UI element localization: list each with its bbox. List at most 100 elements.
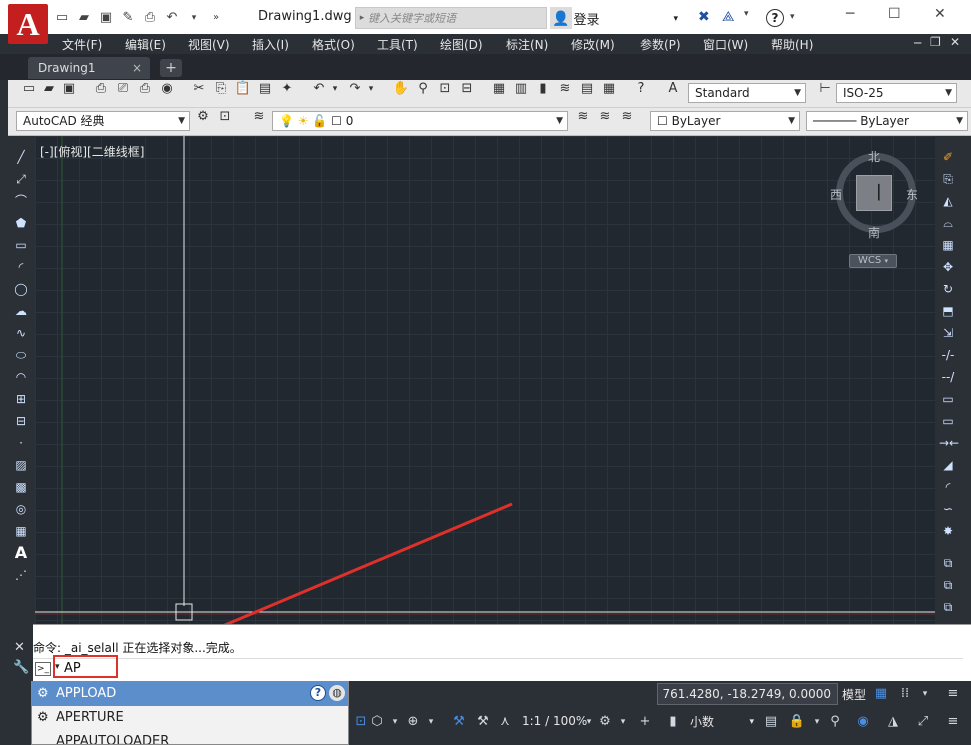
- chevron-down-icon[interactable]: ▾: [386, 713, 404, 731]
- region-icon[interactable]: ◎: [12, 500, 30, 518]
- chevron-down-icon[interactable]: ▾: [326, 80, 344, 98]
- autocad-logo[interactable]: A: [8, 4, 48, 44]
- print-icon[interactable]: ⎙: [142, 10, 158, 26]
- lock-ui-icon[interactable]: 🔒: [788, 713, 806, 731]
- exchange-icon[interactable]: ✖: [698, 9, 710, 25]
- customize-status-icon[interactable]: ≡: [944, 685, 962, 703]
- hardware-acceleration-icon[interactable]: ◉: [854, 713, 872, 731]
- circle-icon[interactable]: ◯: [12, 280, 30, 298]
- offset-icon[interactable]: ⌓: [939, 214, 957, 232]
- rotate-icon[interactable]: ↻: [939, 280, 957, 298]
- maximize-icon[interactable]: ☐: [888, 6, 901, 22]
- properties-icon[interactable]: ▦: [490, 80, 508, 98]
- insert-block-icon[interactable]: ⊞: [12, 390, 30, 408]
- compass-east[interactable]: 东: [906, 186, 918, 203]
- viewcube[interactable]: ▕: [856, 175, 892, 211]
- auto-scale-icon[interactable]: ⚒: [474, 713, 492, 731]
- chevron-down-icon[interactable]: ▾: [916, 685, 934, 703]
- chamfer-icon[interactable]: ◢: [939, 456, 957, 474]
- annotation-visibility-icon[interactable]: ⚒: [450, 713, 468, 731]
- draworder-icon[interactable]: ⧉: [939, 554, 957, 572]
- save-as-icon[interactable]: ✎: [120, 10, 136, 26]
- rectangle-icon[interactable]: ▭: [12, 236, 30, 254]
- units-select[interactable]: 小数 ▾: [686, 711, 758, 733]
- line-icon[interactable]: ╱: [12, 148, 30, 166]
- gear-icon[interactable]: ⚙: [194, 108, 212, 126]
- extend-icon[interactable]: --/: [939, 368, 957, 386]
- copy-object-icon[interactable]: ⎘: [939, 170, 957, 188]
- isodraft-icon[interactable]: ⬡: [368, 713, 386, 731]
- markup-icon[interactable]: ▤: [578, 80, 596, 98]
- pan-icon[interactable]: ✋: [392, 80, 410, 98]
- help-icon[interactable]: ?: [632, 80, 650, 98]
- ellipse-icon[interactable]: ⬭: [12, 346, 30, 364]
- menu-format[interactable]: 格式(O): [312, 36, 355, 53]
- annotation-scale[interactable]: 1:1 / 100%: [522, 714, 587, 728]
- clean-screen-icon[interactable]: ◮: [884, 713, 902, 731]
- 3d-dwf-icon[interactable]: ◉: [158, 80, 176, 98]
- chevron-down-icon[interactable]: ▾: [422, 713, 440, 731]
- terminal-icon[interactable]: >_: [35, 662, 51, 676]
- layer-states-icon[interactable]: ≋: [618, 108, 636, 126]
- spline-icon[interactable]: ∿: [12, 324, 30, 342]
- scale-icon[interactable]: ⬒: [939, 302, 957, 320]
- grid-icon[interactable]: ▦: [872, 685, 890, 703]
- blend-curves-icon[interactable]: ∽: [939, 500, 957, 518]
- menu-dimension[interactable]: 标注(N): [506, 36, 548, 53]
- fillet-icon[interactable]: ◜: [939, 478, 957, 496]
- linetype-select[interactable]: ────── ByLayer ▼: [806, 111, 968, 131]
- compass-south[interactable]: 南: [868, 224, 880, 241]
- copy-icon[interactable]: ⎘: [212, 80, 230, 98]
- quick-properties-icon[interactable]: ▤: [762, 713, 780, 731]
- help-icon[interactable]: ?: [310, 685, 326, 701]
- design-center-icon[interactable]: ▥: [512, 80, 530, 98]
- wrench-icon[interactable]: 🔧: [13, 660, 29, 675]
- chevron-down-icon[interactable]: ▾: [744, 9, 749, 19]
- dropdown-icon[interactable]: ▾: [186, 10, 202, 26]
- close-icon[interactable]: ✕: [14, 640, 25, 655]
- explode-icon[interactable]: ✸: [939, 522, 957, 540]
- units-icon[interactable]: ▮: [664, 713, 682, 731]
- erase-icon[interactable]: ✐: [939, 148, 957, 166]
- fullscreen-icon[interactable]: ⤢: [914, 713, 932, 731]
- paste-block-icon[interactable]: ▤: [256, 80, 274, 98]
- make-block-icon[interactable]: ⊟: [12, 412, 30, 430]
- construction-line-icon[interactable]: ⤢: [12, 170, 30, 188]
- menu-help[interactable]: 帮助(H): [771, 36, 813, 53]
- ucs-icon[interactable]: ⊕: [404, 713, 422, 731]
- autocomplete-item-aperture[interactable]: ⚙ APERTURE: [32, 706, 348, 730]
- a360-icon[interactable]: ⟁: [722, 9, 735, 25]
- chevron-right-icon[interactable]: ▸: [356, 13, 368, 23]
- chevron-down-icon[interactable]: ▾: [808, 713, 826, 731]
- model-space-button[interactable]: 模型: [842, 686, 866, 703]
- open-folder-icon[interactable]: ▰: [76, 10, 92, 26]
- wcs-menu[interactable]: WCS ▾: [849, 254, 897, 268]
- match-properties-icon[interactable]: ✦: [278, 80, 296, 98]
- new-tab-button[interactable]: +: [160, 59, 182, 77]
- open-folder-icon[interactable]: ▰: [40, 80, 58, 98]
- doc-restore-icon[interactable]: ❐: [930, 35, 941, 49]
- move-icon[interactable]: ✥: [939, 258, 957, 276]
- command-line[interactable]: >_ ▾: [33, 658, 963, 680]
- chevron-down-icon[interactable]: ▾: [362, 80, 380, 98]
- hatch-icon[interactable]: ▨: [12, 456, 30, 474]
- array-icon[interactable]: ▦: [939, 236, 957, 254]
- stretch-icon[interactable]: ⇲: [939, 324, 957, 342]
- compass-west[interactable]: 西: [830, 186, 842, 203]
- compass-north[interactable]: 北: [868, 148, 880, 165]
- dim-style-select[interactable]: ISO-25 ▼: [836, 83, 957, 103]
- autocomplete-item-appload[interactable]: ⚙ APPLOAD ? ◍: [32, 682, 348, 706]
- new-file-icon[interactable]: ▭: [20, 80, 38, 98]
- globe-icon[interactable]: ◍: [329, 685, 345, 701]
- coordinate-readout[interactable]: 761.4280, -18.2749, 0.0000: [657, 683, 838, 705]
- doc-close-icon[interactable]: ✕: [950, 35, 960, 49]
- draworder-back-icon[interactable]: ⧉: [939, 598, 957, 616]
- plot-preview-icon[interactable]: ⎚: [114, 80, 132, 98]
- autocomplete-item-appautoloader[interactable]: APPAUTOLOADER: [32, 730, 348, 744]
- save-icon[interactable]: ▣: [98, 10, 114, 26]
- isolate-objects-icon[interactable]: ⚲: [826, 713, 844, 731]
- menu-window[interactable]: 窗口(W): [703, 36, 748, 53]
- login-button[interactable]: 👤 登录 ▾: [552, 9, 678, 29]
- layer-select[interactable]: 💡 ☀ 🔓 ☐ 0 ▼: [272, 111, 568, 131]
- trim-icon[interactable]: -/-: [939, 346, 957, 364]
